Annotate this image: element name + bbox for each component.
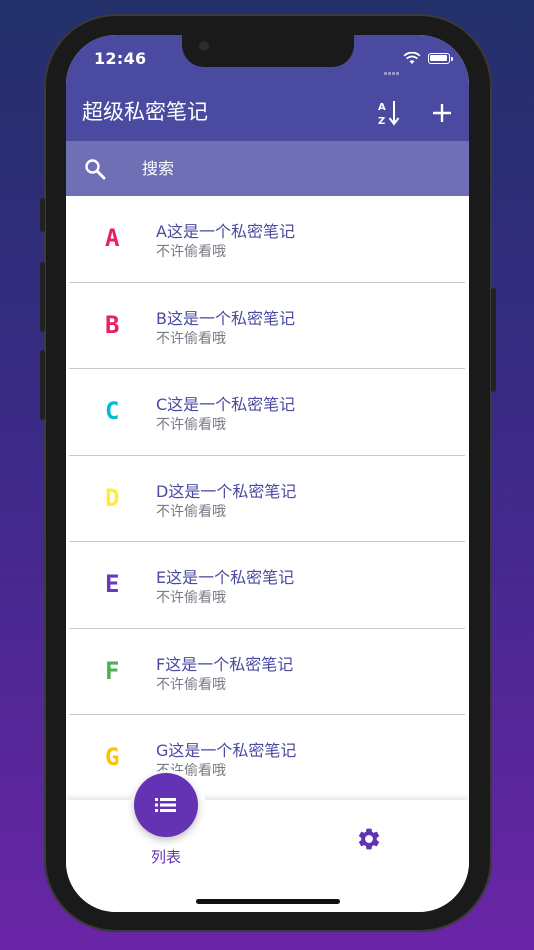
notch <box>182 35 354 67</box>
note-subtitle: 不许偷看哦 <box>156 676 226 693</box>
power-button <box>491 288 496 392</box>
camera <box>199 41 209 51</box>
note-list-item[interactable]: G G这是一个私密笔记 不许偷看哦 <box>69 715 465 800</box>
search-icon[interactable] <box>84 158 106 180</box>
note-subtitle: 不许偷看哦 <box>156 330 226 347</box>
list-tab-label[interactable]: 列表 <box>151 846 181 867</box>
note-subtitle: 不许偷看哦 <box>156 417 226 433</box>
sort-alpha-icon: A Z <box>378 101 400 127</box>
note-title: F这是一个私密笔记 <box>156 654 294 674</box>
search-input[interactable] <box>142 153 442 183</box>
cellular-signal-icon <box>384 60 400 79</box>
note-title: C这是一个私密笔记 <box>156 395 296 414</box>
note-list-item[interactable]: B B这是一个私密笔记 不许偷看哦 <box>69 283 465 369</box>
note-list-item[interactable]: F F这是一个私密笔记 不许偷看哦 <box>69 629 465 715</box>
note-letter-avatar: C <box>105 397 120 425</box>
note-letter-avatar: B <box>105 310 120 339</box>
add-note-button[interactable] <box>426 97 458 129</box>
status-time: 12:46 <box>94 49 147 68</box>
note-letter-avatar: D <box>105 483 120 512</box>
note-list-item[interactable]: E E这是一个私密笔记 不许偷看哦 <box>69 542 465 629</box>
note-letter-avatar: A <box>105 224 120 252</box>
battery-icon <box>428 53 453 64</box>
note-letter-avatar: G <box>105 743 120 771</box>
note-title: G这是一个私密笔记 <box>156 741 297 760</box>
note-list-item[interactable]: C C这是一个私密笔记 不许偷看哦 <box>69 369 465 456</box>
list-icon <box>155 798 176 812</box>
note-letter-avatar: E <box>105 570 120 598</box>
sort-button[interactable]: A Z <box>374 97 406 129</box>
note-letter-avatar: F <box>105 656 120 685</box>
plus-icon <box>433 104 451 122</box>
note-title: E这是一个私密笔记 <box>156 568 295 587</box>
mute-switch <box>40 198 45 232</box>
bottom-nav: 列表 <box>66 770 469 912</box>
note-title: A这是一个私密笔记 <box>156 222 295 241</box>
volume-down-button <box>40 350 45 420</box>
search-bar <box>66 141 469 196</box>
app-title: 超级私密笔记 <box>82 100 208 124</box>
note-subtitle: 不许偷看哦 <box>156 244 226 260</box>
app-bar: 超级私密笔记 A Z <box>66 85 469 141</box>
note-subtitle: 不许偷看哦 <box>156 590 226 606</box>
home-indicator <box>196 899 340 904</box>
svg-text:Z: Z <box>378 116 385 127</box>
wifi-icon <box>403 52 421 64</box>
note-title: D这是一个私密笔记 <box>156 481 297 501</box>
screen: 12:46 超级私密笔记 A Z 搜索 A A这是一个私密笔记 不许偷看哦 B … <box>66 35 469 912</box>
volume-up-button <box>40 262 45 332</box>
note-list: A A这是一个私密笔记 不许偷看哦 B B这是一个私密笔记 不许偷看哦 C C这是一个私密笔记… <box>66 196 469 800</box>
note-subtitle: 不许偷看哦 <box>156 503 226 520</box>
svg-text:A: A <box>378 102 386 113</box>
note-list-item[interactable]: D D这是一个私密笔记 不许偷看哦 <box>69 456 465 542</box>
note-list-item[interactable]: A A这是一个私密笔记 不许偷看哦 <box>69 196 465 283</box>
list-tab-button[interactable] <box>134 773 198 837</box>
gear-icon[interactable] <box>356 826 382 852</box>
status-bar: 12:46 <box>66 35 469 85</box>
note-title: B这是一个私密笔记 <box>156 308 295 328</box>
